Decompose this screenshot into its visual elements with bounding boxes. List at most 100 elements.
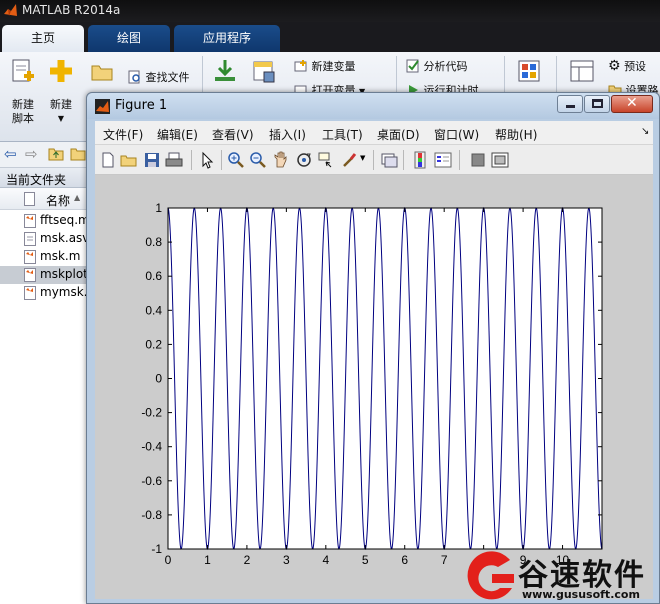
watermark-url: www.gususoft.com [522,588,640,601]
pointer-icon[interactable] [198,151,216,169]
dock-arrow-icon[interactable]: ↘ [641,126,649,137]
menu-window[interactable]: 窗口(W) [434,126,479,143]
menu-tools[interactable]: 工具(T) [322,126,363,143]
restore-icon [592,99,603,108]
close-icon: ✕ [626,95,638,111]
new-script-button[interactable]: 新建 脚本 [6,58,40,126]
show-plot-tools-icon[interactable] [491,151,509,169]
file-list-item[interactable]: msk.asv [0,230,100,248]
figure-menubar: 文件(F) 编辑(E) 查看(V) 插入(I) 工具(T) 桌面(D) 窗口(W… [95,121,653,145]
maximize-button[interactable] [584,95,610,113]
save-icon[interactable] [143,151,161,169]
open-folder-icon[interactable] [90,62,114,82]
file-list-item[interactable]: mskplot.m [0,266,100,284]
x-tick-label: 4 [322,553,329,567]
y-tick-label: 0.6 [145,269,162,283]
figure-toolbar: ▼ [95,145,653,175]
analyze-code-button[interactable]: 分析代码 [406,58,468,74]
current-folder-panel: 名称 ▲ fftseq.m msk.asv msk.m mskplot.m mymsk.… [0,188,100,604]
toolbar-separator [191,150,192,170]
find-files-button[interactable]: 查找文件 [128,69,190,85]
chevron-down-icon[interactable]: ▼ [360,154,365,162]
y-tick-label: -0.6 [141,474,162,488]
preferences-button[interactable]: ⚙ 预设 [608,58,646,74]
x-tick-label: 3 [283,553,290,567]
tab-home[interactable]: 主页 [2,25,84,52]
figure-title: Figure 1 [115,98,168,113]
figure-window: Figure 1 ✕ 文件(F) 编辑(E) 查看(V) 插入(I) 工具(T)… [86,92,660,604]
x-tick-label: 5 [362,553,369,567]
print-icon[interactable] [165,151,183,169]
analyze-code-icon [406,59,419,73]
m-file-icon [24,268,36,282]
file-list-item[interactable]: mymsk.m [0,284,100,302]
minimize-icon [566,105,575,108]
matlab-logo-icon [95,99,110,114]
menu-insert[interactable]: 插入(I) [269,126,306,143]
link-plot-icon[interactable] [380,151,398,169]
menu-desktop[interactable]: 桌面(D) [377,126,420,143]
figure-titlebar[interactable]: Figure 1 ✕ [87,93,659,119]
back-arrow-icon[interactable]: ⇦ [4,145,17,163]
pan-icon[interactable] [272,151,290,169]
file-column-header[interactable]: 名称 ▲ [0,188,100,210]
data-cursor-icon[interactable] [317,151,335,169]
browse-folder-icon[interactable] [70,147,86,161]
x-tick-label: 2 [244,553,251,567]
x-tick-label: 1 [204,553,211,567]
file-list-item[interactable]: msk.m [0,248,100,266]
file-type-icon [24,192,35,206]
m-file-icon [24,214,36,228]
legend-icon[interactable] [434,151,452,169]
y-tick-label: 1 [155,201,162,215]
new-variable-label: 新建变量 [311,60,356,73]
hide-plot-tools-icon[interactable] [469,151,487,169]
current-folder-header: 当前文件夹 [0,168,100,188]
brush-icon[interactable] [340,151,358,169]
menu-help[interactable]: 帮助(H) [495,126,537,143]
file-name: msk.m [40,249,81,263]
open-icon[interactable] [120,151,138,169]
zoom-in-icon[interactable] [227,151,245,169]
tab-apps[interactable]: 应用程序 [174,25,280,52]
tab-plots[interactable]: 绘图 [88,25,170,52]
new-variable-icon [294,60,307,72]
y-tick-label: -0.2 [141,406,162,420]
matlab-logo-icon [4,4,17,16]
toolbar-separator [221,150,222,170]
up-folder-icon[interactable] [48,147,64,161]
new-variable-button[interactable]: 新建变量 [294,58,356,74]
new-label: 新建 [50,98,72,111]
file-name: fftseq.m [40,213,90,227]
zoom-out-icon[interactable] [249,151,267,169]
menu-view[interactable]: 查看(V) [212,126,254,143]
forward-arrow-icon[interactable]: ⇨ [25,145,38,163]
colorbar-icon[interactable] [411,151,429,169]
line-plot: 012345678910-1-0.8-0.6-0.4-0.200.20.40.6… [141,201,603,567]
file-list-item[interactable]: fftseq.m [0,212,100,230]
watermark-logo-icon [467,551,514,600]
y-tick-label: -0.8 [141,508,162,522]
new-script-label-2: 脚本 [12,112,34,125]
app-title: MATLAB R2014a [22,3,121,17]
save-workspace-icon[interactable] [252,60,276,84]
find-files-label: 查找文件 [145,71,190,84]
new-plus-icon [50,60,72,82]
layout-icon[interactable] [570,60,594,82]
toolbar-separator [373,150,374,170]
y-tick-label: -0.4 [141,440,162,454]
rotate-icon[interactable] [295,151,313,169]
simulink-icon[interactable] [518,60,540,82]
minimize-button[interactable] [557,95,583,113]
address-nav-bar: ⇦ ⇨ [0,142,100,168]
menu-file[interactable]: 文件(F) [103,126,143,143]
new-button[interactable]: 新建 ▼ [44,58,78,126]
y-tick-label: 0.8 [145,235,162,249]
close-button[interactable]: ✕ [611,95,653,113]
preferences-label: 预设 [624,60,647,73]
menu-edit[interactable]: 编辑(E) [157,126,198,143]
m-file-icon [24,250,36,264]
find-files-icon [128,70,140,84]
import-data-icon[interactable] [212,58,238,84]
new-icon[interactable] [99,151,117,169]
